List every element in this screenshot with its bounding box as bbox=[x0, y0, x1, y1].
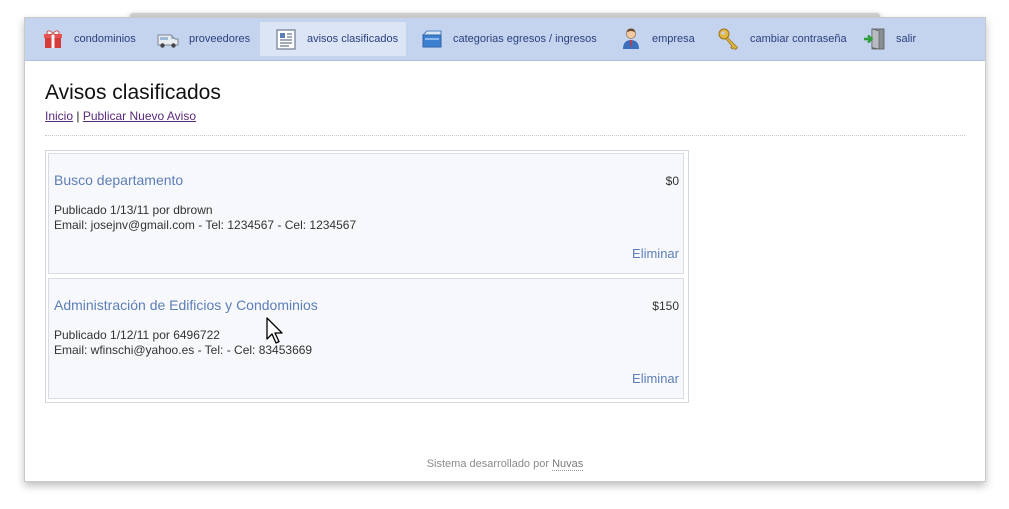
mouse-cursor-icon bbox=[266, 317, 283, 344]
newspaper-icon bbox=[274, 27, 298, 51]
divider bbox=[45, 135, 965, 136]
ad-title-link[interactable]: Administración de Edificios y Condominio… bbox=[54, 297, 318, 313]
breadcrumb: Inicio | Publicar Nuevo Aviso bbox=[45, 109, 196, 123]
nav-item-avisos-clasificados[interactable]: avisos clasificados bbox=[260, 22, 406, 56]
van-icon bbox=[156, 27, 180, 51]
publish-ad-link[interactable]: Publicar Nuevo Aviso bbox=[83, 109, 196, 123]
nav-label: condominios bbox=[74, 33, 136, 45]
nav-item-salir[interactable]: salir bbox=[849, 22, 923, 56]
nav-label: salir bbox=[896, 33, 917, 45]
delete-ad-link[interactable]: Eliminar bbox=[632, 246, 679, 261]
delete-ad-link[interactable]: Eliminar bbox=[632, 371, 679, 386]
breadcrumb-separator: | bbox=[76, 109, 80, 123]
cash-box-icon bbox=[420, 27, 444, 51]
ads-list: Busco departamento $0 Publicado 1/13/11 … bbox=[45, 150, 689, 403]
footer-nuvas-link[interactable]: Nuvas bbox=[552, 458, 584, 471]
ad-price: $150 bbox=[652, 299, 679, 313]
footer: Sistema desarrollado por Nuvas bbox=[25, 458, 985, 471]
nav-item-cambiar-contrasena[interactable]: cambiar contraseña bbox=[703, 22, 849, 56]
nav-label: cambiar contraseña bbox=[750, 33, 847, 45]
nav-item-categorias[interactable]: categorias egresos / ingresos bbox=[406, 22, 605, 56]
app-window: condominios proveedores avisos clasifica… bbox=[24, 17, 986, 482]
nav-label: categorias egresos / ingresos bbox=[453, 33, 597, 45]
nav-label: avisos clasificados bbox=[307, 33, 399, 45]
exit-door-icon bbox=[863, 27, 887, 51]
ad-published: Publicado 1/13/11 por dbrown bbox=[54, 203, 213, 217]
breadcrumb-home-link[interactable]: Inicio bbox=[45, 109, 73, 123]
nav-item-proveedores[interactable]: proveedores bbox=[142, 22, 260, 56]
list-item: Busco departamento $0 Publicado 1/13/11 … bbox=[48, 153, 684, 274]
page-title: Avisos clasificados bbox=[45, 81, 221, 104]
ad-contact: Email: josejnv@gmail.com - Tel: 1234567 … bbox=[54, 218, 357, 232]
footer-text: Sistema desarrollado por bbox=[426, 458, 550, 470]
nav-label: empresa bbox=[652, 33, 695, 45]
ad-contact: Email: wfinschi@yahoo.es - Tel: - Cel: 8… bbox=[54, 343, 313, 357]
nav-item-empresa[interactable]: empresa bbox=[605, 22, 703, 56]
ad-details: Publicado 1/13/11 por dbrown Email: jose… bbox=[54, 203, 356, 233]
list-item: Administración de Edificios y Condominio… bbox=[48, 278, 684, 399]
main-nav: condominios proveedores avisos clasifica… bbox=[25, 18, 985, 61]
gift-box-icon bbox=[41, 27, 65, 51]
businessman-icon bbox=[619, 27, 643, 51]
ad-price: $0 bbox=[665, 174, 679, 188]
nav-item-condominios[interactable]: condominios bbox=[27, 22, 142, 56]
nav-label: proveedores bbox=[189, 33, 251, 45]
ad-title-link[interactable]: Busco departamento bbox=[54, 172, 183, 188]
key-icon bbox=[717, 27, 741, 51]
